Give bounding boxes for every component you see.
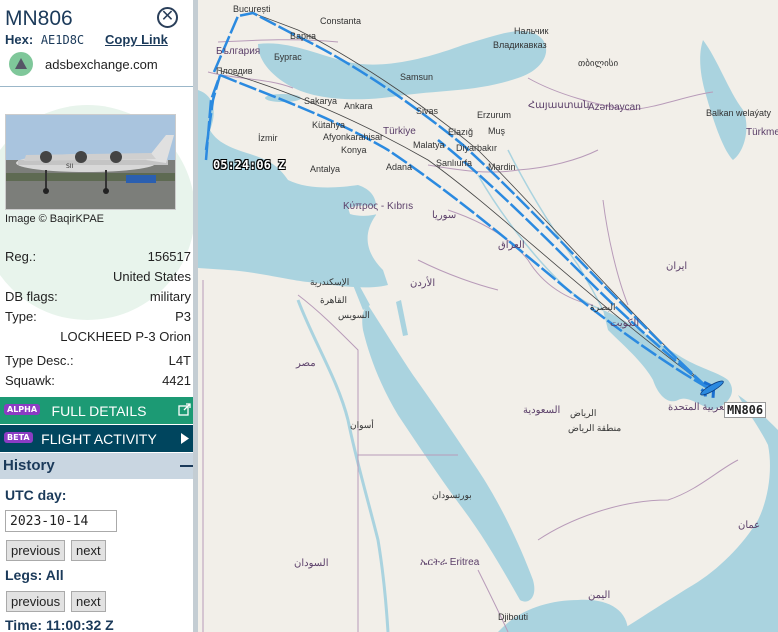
map-label-armenia: Հայաստան [528,100,590,111]
map-label-malatya: Malatya [413,140,445,150]
map-label-oman: عمان [738,520,761,531]
external-link-icon [178,403,191,416]
dbflags-value: military [149,289,191,304]
map-label-cyprus: Κύπρος - Kıbrıs [343,201,414,212]
aircraft-info-panel: MN806 ✕ Hex: AE1D8C Copy Link adsbexchan… [0,0,198,632]
map-label-elazig: Elazığ [448,127,474,137]
map-label-aswan: أسوان [350,420,374,430]
map-label-balkan: Balkan welaýaty [706,108,772,118]
map-label-syria: سوريا [432,210,457,221]
reg-value: 156517 [147,249,191,264]
country-value: United States [112,269,191,284]
history-header[interactable]: History [0,453,198,479]
map-label-konya: Konya [341,145,367,155]
flight-activity-label: FLIGHT ACTIVITY [41,431,157,447]
map-label-turkmenistan: Türkmen [746,127,778,138]
collapse-icon[interactable] [180,465,193,467]
callsign-title: MN806 [5,7,73,30]
map-label-sudan: السودان [294,558,329,569]
map-label-iraq: العراق [498,240,525,251]
map-base [198,0,778,632]
map-label-riyadh-region: منطقة الرياض [568,423,622,433]
map-label-mus: Muş [488,126,506,136]
map-label-diyarbakir: Diyarbakır [456,143,498,153]
day-next-button[interactable]: next [71,540,106,561]
map-label-yemen: اليمن [588,590,611,601]
squawk-value: 4421 [162,373,191,388]
map-label-egypt: مصر [296,358,316,369]
aircraft-callsign-tag[interactable]: MN806 [724,402,767,418]
map-label-antalya: Antalya [310,164,341,174]
map-label-bulgaria: България [216,46,261,57]
map-label-bucuresti: București [233,4,271,14]
map-label-cairo: القاهرة [320,295,347,305]
source-link[interactable]: adsbexchange.com [45,57,158,72]
map-label-riyadh: الرياض [570,408,597,418]
map-label-adana: Adana [386,162,413,172]
hex-value: AE1D8C [40,33,85,47]
map-label-saudi: السعودية [523,405,561,416]
leg-previous-button[interactable]: previous [6,591,66,612]
map-label-iran: ایران [666,261,688,272]
map-label-sanliurfa: Şanlıurfa [436,158,473,168]
utc-day-label: UTC day: [5,487,67,503]
flight-activity-button[interactable]: BETA FLIGHT ACTIVITY [0,425,198,452]
map-label-mardin: Mardin [488,162,516,172]
map-label-plovdiv: Пловдив [216,66,253,76]
map-label-port-sudan: بورتسودان [432,490,472,500]
map-label-burgas: Бургас [274,52,302,62]
map-label-afyon: Afyonkarahisar [323,132,384,142]
map-label-jordan: الأردن [410,278,436,289]
map-label-tbilisi: თბილისი [578,58,619,68]
image-credit: Image © BaqirKPAE [5,213,104,225]
leg-next-button[interactable]: next [71,591,106,612]
map-label-kutahya: Kütahya [312,120,346,130]
type-label: Type: [5,309,37,324]
map-label-sivas: Sivas [416,106,439,116]
map-label-erzurum: Erzurum [477,110,512,120]
day-previous-button[interactable]: previous [6,540,66,561]
adsbx-source-icon [9,52,33,76]
map-label-eritrea: ኤርትራ Eritrea [420,557,480,568]
track-time-marker: 05:24:06 Z [213,158,286,172]
map-label-alexandria: الإسكندرية [310,277,350,287]
chevron-right-icon [181,433,189,444]
aircraft-photo[interactable]: SII [5,114,176,210]
typedesc-value: L4T [168,353,191,368]
map-label-azerbaijan: Azərbaycan [588,102,641,113]
map-label-samsun: Samsun [400,72,434,82]
map-label-nalchik: Нальчик [514,26,549,36]
map-label-suez: السويس [338,310,370,320]
map-label-kuwait: الكويت [610,318,640,329]
map-label-ankara: Ankara [344,101,373,111]
map-view[interactable]: București Constanta Варна Бургас Българи… [198,0,778,632]
hex-row: Hex: AE1D8C [5,32,84,47]
map-label-constanta: Constanta [320,16,362,26]
date-input[interactable] [5,510,117,532]
svg-text:SII: SII [66,163,74,170]
map-label-izmir: İzmir [258,133,278,143]
map-label-basra: البصرة [590,302,616,312]
map-label-turkiye: Türkiye [383,126,416,137]
divider [0,86,193,87]
type-value: P3 [175,309,191,324]
close-icon[interactable]: ✕ [157,7,178,28]
legs-label: Legs: All [5,567,64,583]
map-label-vladikavkaz: Владикавказ [493,40,547,50]
dbflags-label: DB flags: [5,289,58,304]
copy-link-button[interactable]: Copy Link [105,32,168,47]
typedesc-label: Type Desc.: [5,353,74,368]
type-name-value: LOCKHEED P-3 Orion [60,329,191,344]
hex-label: Hex: [5,32,34,47]
full-details-label: FULL DETAILS [51,403,147,419]
full-details-button[interactable]: ALPHA FULL DETAILS [0,397,198,424]
map-label-varna: Варна [290,31,316,41]
time-label: Time: 11:00:32 Z [5,617,114,632]
history-title: History [3,457,55,474]
map-label-sakarya: Sakarya [304,96,338,106]
map-label-djibouti: Djibouti [498,612,529,622]
reg-label: Reg.: [5,249,37,264]
squawk-label: Squawk: [5,373,55,388]
